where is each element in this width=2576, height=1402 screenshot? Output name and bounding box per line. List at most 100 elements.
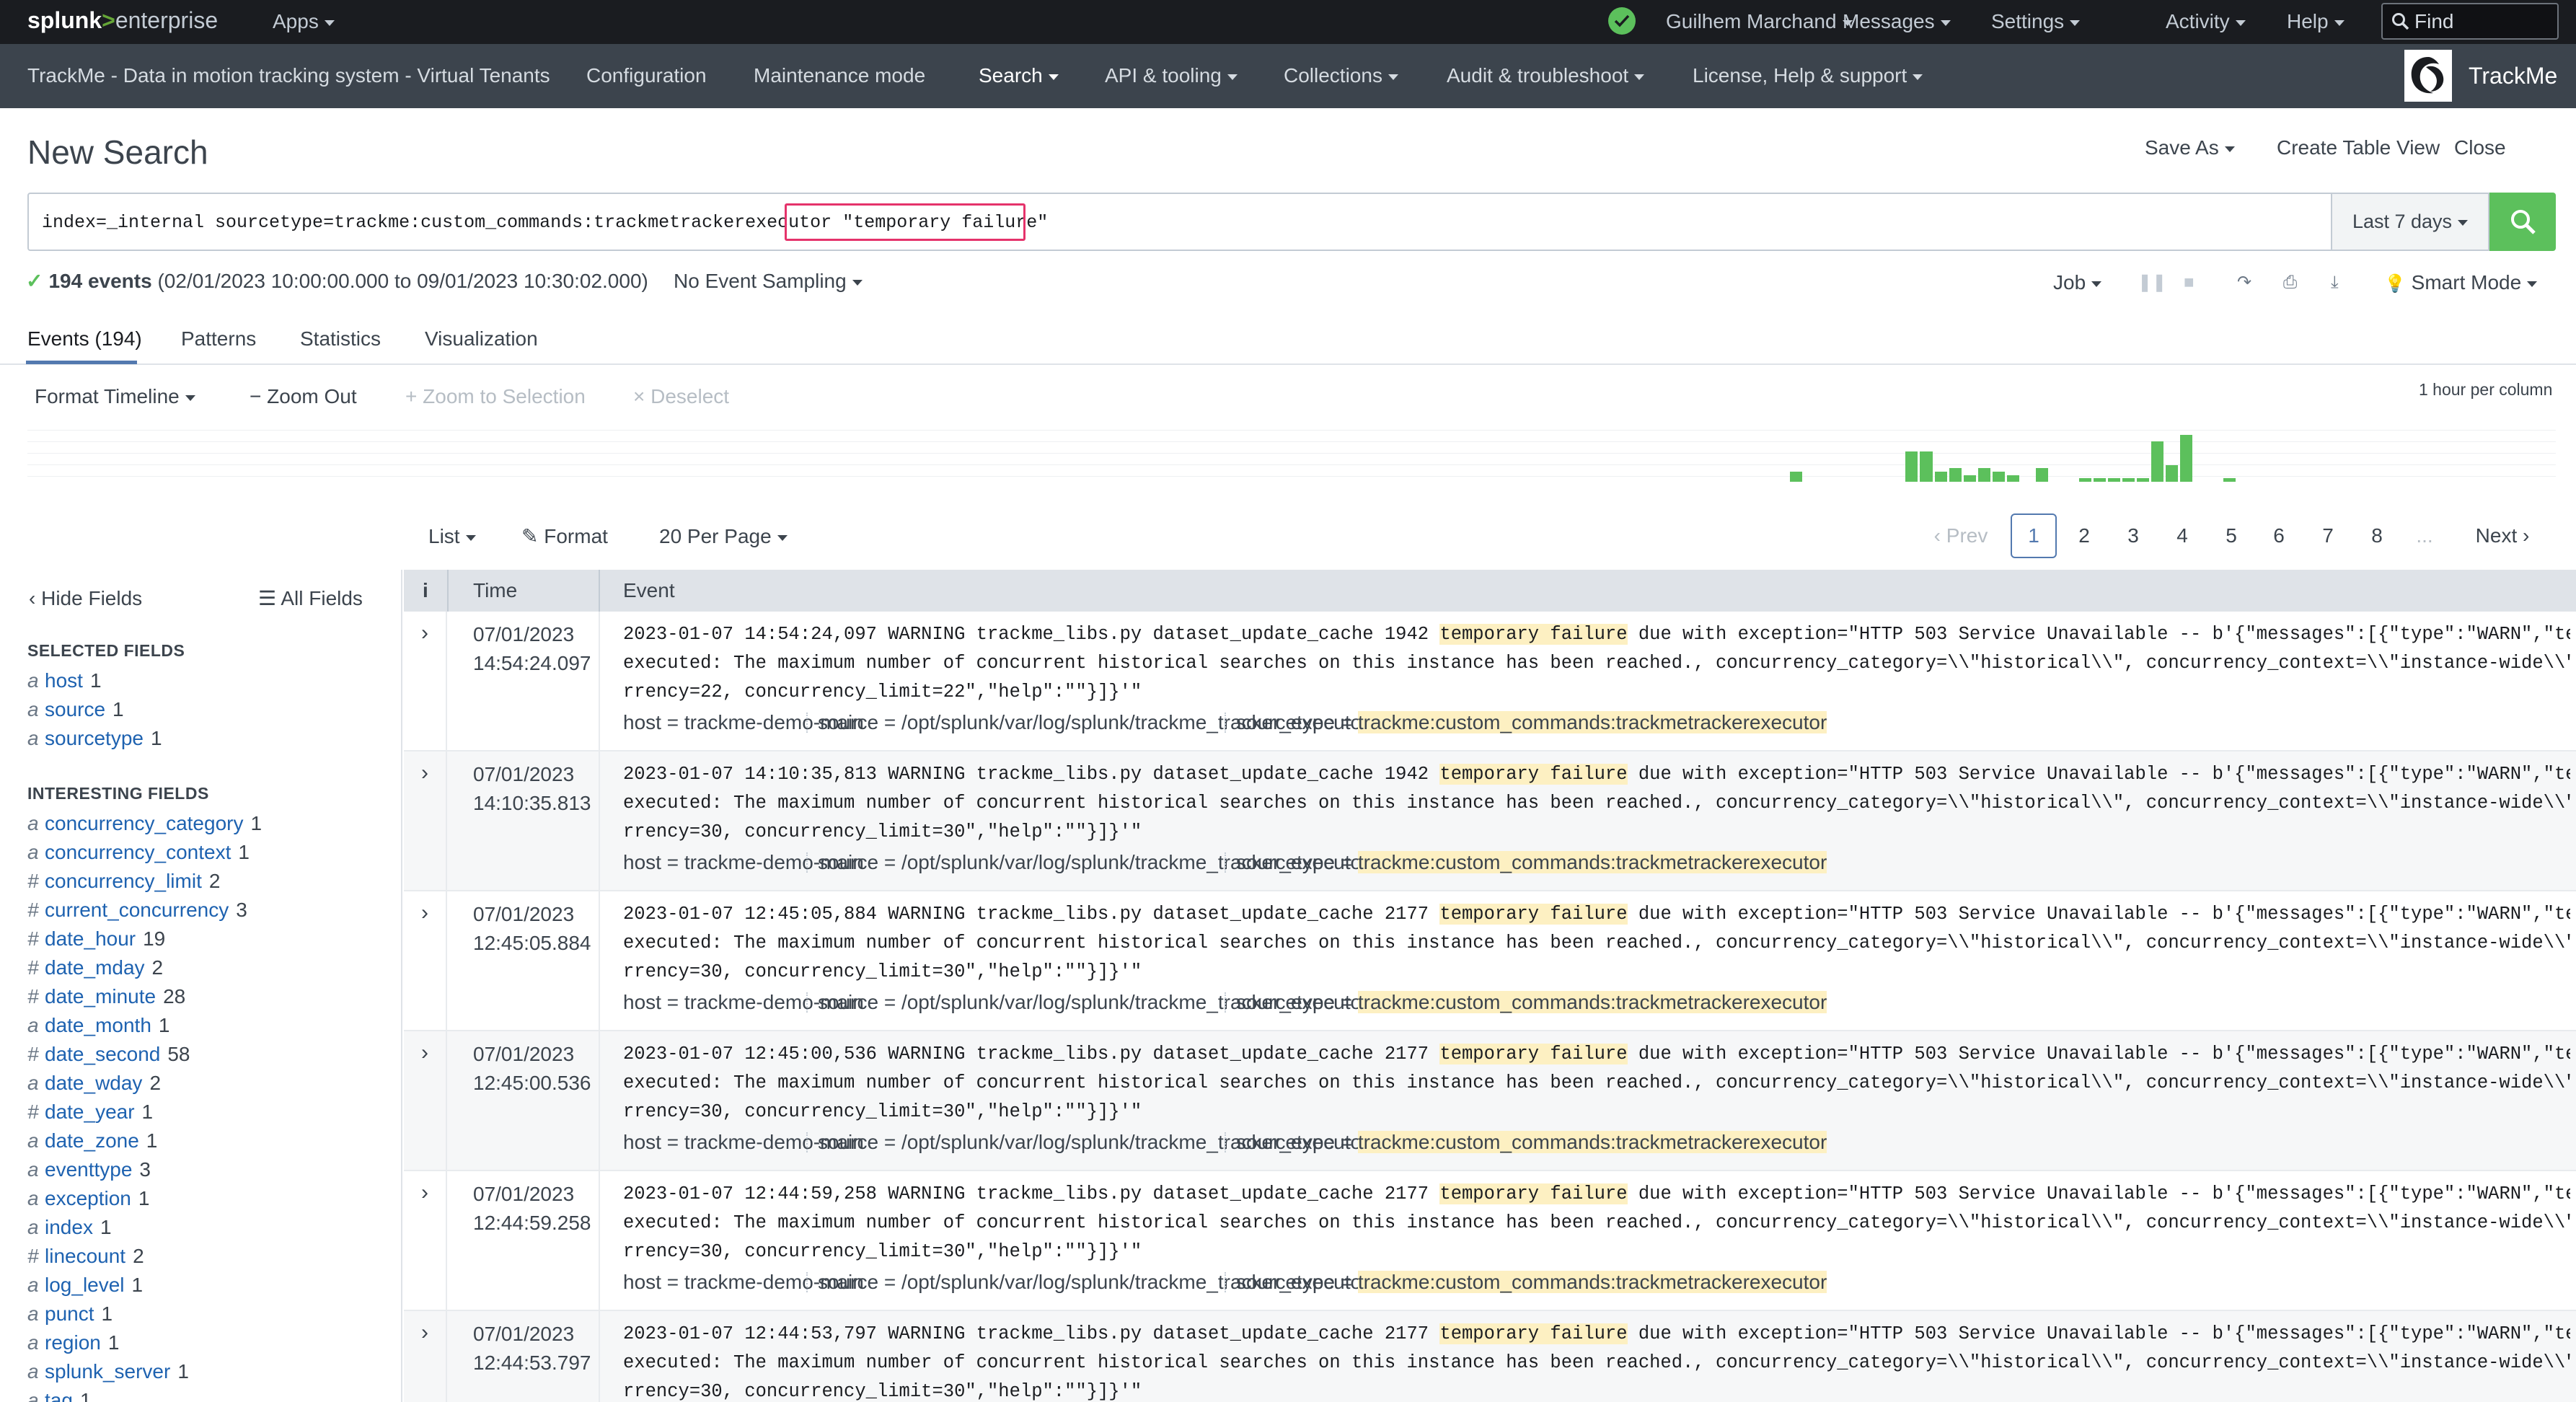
event-field-sourcetype[interactable]: sourcetype = trackme:custom_commands:tra… (1236, 1128, 1827, 1157)
field-item[interactable]: a concurrency_context 1 (27, 838, 250, 867)
event-time[interactable]: 07/01/2023 12:45:05.884 (473, 900, 625, 958)
zoom-to-selection-button[interactable]: + Zoom to Selection (405, 382, 586, 411)
timeline-bar[interactable] (2122, 478, 2135, 482)
next-page-button[interactable]: Next › (2459, 513, 2546, 558)
event-time[interactable]: 07/01/2023 12:44:59.258 (473, 1180, 625, 1238)
field-name[interactable]: index (45, 1216, 93, 1238)
field-item[interactable]: # date_minute 28 (27, 982, 185, 1011)
field-name[interactable]: log_level (45, 1274, 125, 1296)
activity-menu[interactable]: Activity (2166, 7, 2246, 36)
timeline-bar[interactable] (2035, 468, 2048, 482)
nav-audit-troubleshoot[interactable]: Audit & troubleshoot (1447, 60, 1645, 92)
field-value[interactable]: trackme:custom_commands:trackmetrackerex… (1357, 991, 1827, 1013)
page-button-7[interactable]: 7 (2305, 513, 2351, 558)
field-item[interactable]: a log_level 1 (27, 1271, 143, 1300)
timeline-bar[interactable] (1934, 472, 1947, 482)
timeline-bar[interactable] (2223, 478, 2236, 482)
timeline-bar[interactable] (2137, 478, 2150, 482)
job-menu[interactable]: Job (2053, 268, 2102, 297)
field-item[interactable]: a host 1 (27, 666, 102, 695)
field-item[interactable]: a date_zone 1 (27, 1127, 157, 1155)
user-menu[interactable]: Guilhem Marchand (1666, 7, 1853, 36)
field-item[interactable]: # linecount 2 (27, 1242, 144, 1271)
field-item[interactable]: a splunk_server 1 (27, 1357, 189, 1386)
save-as-button[interactable]: Save As (2145, 133, 2235, 162)
field-name[interactable]: punct (45, 1302, 94, 1325)
zoom-out-button[interactable]: − Zoom Out (250, 382, 357, 411)
nav-collections[interactable]: Collections (1284, 60, 1398, 92)
list-view-dropdown[interactable]: List (428, 522, 476, 551)
trackme-logo-icon[interactable] (2404, 50, 2452, 102)
expand-event-button[interactable]: › (404, 891, 447, 1030)
field-name[interactable]: tag (45, 1389, 73, 1402)
field-value[interactable]: trackme:custom_commands:trackmetrackerex… (1357, 711, 1827, 733)
timeline-bar[interactable] (2166, 465, 2179, 482)
splunk-logo[interactable]: splunk>enterprise (27, 4, 218, 36)
print-icon[interactable]: ⎙ (2283, 268, 2297, 297)
field-name[interactable]: date_wday (45, 1072, 142, 1094)
field-item[interactable]: a date_wday 2 (27, 1069, 161, 1098)
timeline-bar[interactable] (2078, 478, 2091, 482)
timeline-bar[interactable] (2151, 441, 2164, 482)
format-timeline-menu[interactable]: Format Timeline (35, 382, 195, 411)
field-name[interactable]: source (45, 698, 105, 720)
prev-page-button[interactable]: ‹ Prev (1921, 513, 2001, 558)
field-item[interactable]: # date_second 58 (27, 1040, 190, 1069)
tab-patterns[interactable]: Patterns (181, 323, 256, 355)
pause-icon[interactable]: ❚❚ (2138, 268, 2166, 297)
expand-event-button[interactable]: › (404, 1031, 447, 1170)
event-raw-text[interactable]: 2023-01-07 12:44:59,258 WARNING trackme_… (623, 1180, 2570, 1266)
field-name[interactable]: date_year (45, 1101, 135, 1123)
field-value[interactable]: trackme:custom_commands:trackmetrackerex… (1357, 851, 1827, 873)
export-icon[interactable]: ⤓ (2331, 268, 2339, 297)
tab-events[interactable]: Events (194) (27, 323, 142, 355)
event-time[interactable]: 07/01/2023 12:45:00.536 (473, 1040, 625, 1098)
page-button-4[interactable]: 4 (2159, 513, 2205, 558)
field-value[interactable]: trackme:custom_commands:trackmetrackerex… (1357, 1131, 1827, 1153)
timeline-bar[interactable] (1992, 472, 2005, 482)
field-item[interactable]: a sourcetype 1 (27, 724, 162, 753)
messages-menu[interactable]: Messages (1843, 7, 1951, 36)
per-page-dropdown[interactable]: 20 Per Page (659, 522, 788, 551)
find-input[interactable] (2414, 10, 2551, 33)
field-name[interactable]: concurrency_category (45, 812, 243, 834)
field-item[interactable]: # current_concurrency 3 (27, 896, 247, 925)
page-button-6[interactable]: 6 (2256, 513, 2302, 558)
field-item[interactable]: a index 1 (27, 1213, 112, 1242)
timeline-bar[interactable] (2006, 475, 2019, 482)
expand-event-button[interactable]: › (404, 751, 447, 890)
deselect-button[interactable]: × Deselect (633, 382, 729, 411)
field-item[interactable]: a source 1 (27, 695, 124, 724)
expand-event-button[interactable]: › (404, 1171, 447, 1310)
field-name[interactable]: host (45, 669, 83, 692)
nav-api-tooling[interactable]: API & tooling (1105, 60, 1238, 92)
event-raw-text[interactable]: 2023-01-07 12:45:00,536 WARNING trackme_… (623, 1040, 2570, 1127)
field-item[interactable]: a region 1 (27, 1328, 119, 1357)
nav-maintenance-mode[interactable]: Maintenance mode (754, 60, 925, 92)
nav-search[interactable]: Search (979, 60, 1059, 92)
timeline-bar[interactable] (2093, 478, 2106, 482)
field-name[interactable]: splunk_server (45, 1360, 170, 1383)
field-name[interactable]: region (45, 1331, 101, 1354)
event-timeline[interactable] (27, 426, 2556, 482)
timeline-bar[interactable] (1905, 451, 1918, 482)
settings-menu[interactable]: Settings (1991, 7, 2081, 36)
page-button-5[interactable]: 5 (2208, 513, 2254, 558)
event-field-sourcetype[interactable]: sourcetype = trackme:custom_commands:tra… (1236, 708, 1827, 737)
event-time[interactable]: 07/01/2023 14:54:24.097 (473, 620, 625, 678)
nav-license-help[interactable]: License, Help & support (1693, 60, 1923, 92)
app-title-link[interactable]: TrackMe - Data in motion tracking system… (27, 60, 550, 92)
event-raw-text[interactable]: 2023-01-07 14:10:35,813 WARNING trackme_… (623, 760, 2570, 847)
event-field-sourcetype[interactable]: sourcetype = trackme:custom_commands:tra… (1236, 988, 1827, 1017)
field-item[interactable]: a concurrency_category 1 (27, 809, 262, 838)
field-name[interactable]: concurrency_context (45, 841, 231, 863)
field-name[interactable]: date_mday (45, 956, 145, 979)
health-status-icon[interactable] (1608, 7, 1636, 35)
timeline-bar[interactable] (1790, 472, 1803, 482)
field-name[interactable]: sourcetype (45, 727, 144, 749)
search-mode-dropdown[interactable]: 💡 Smart Mode (2384, 268, 2538, 297)
field-item[interactable]: # date_year 1 (27, 1098, 153, 1127)
search-query-input[interactable]: index=_internal sourcetype=trackme:custo… (27, 193, 2332, 251)
expand-event-button[interactable]: › (404, 1311, 447, 1402)
event-raw-text[interactable]: 2023-01-07 12:45:05,884 WARNING trackme_… (623, 900, 2570, 987)
